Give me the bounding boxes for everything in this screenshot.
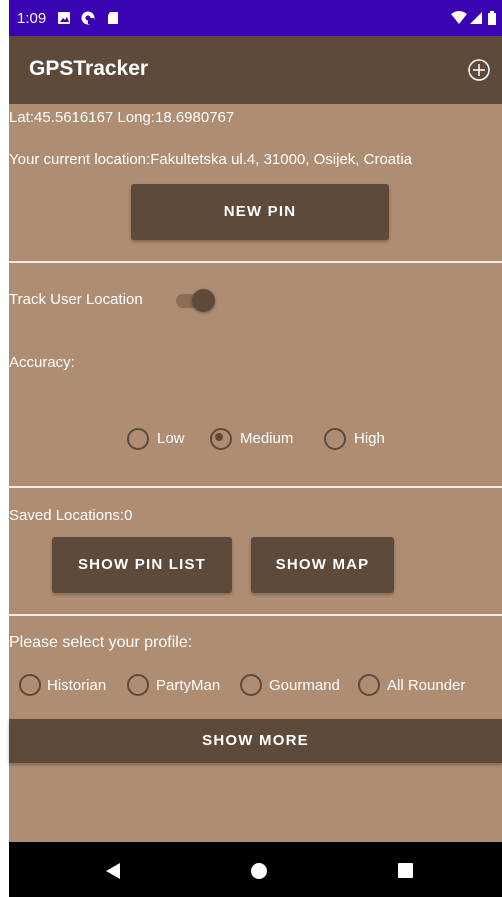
divider	[9, 486, 502, 488]
divider	[9, 261, 502, 263]
accuracy-medium-radio[interactable]	[210, 428, 232, 450]
wifi-icon	[451, 11, 467, 24]
show-pin-list-button[interactable]: SHOW PIN LIST	[52, 537, 232, 593]
profile-partyman-radio[interactable]	[127, 674, 149, 696]
accuracy-low-radio[interactable]	[127, 428, 149, 450]
battery-icon	[488, 11, 496, 25]
accuracy-label: Accuracy:	[9, 354, 75, 371]
profile-historian-radio[interactable]	[19, 674, 41, 696]
pocket-casts-icon	[81, 11, 95, 25]
profile-prompt: Please select your profile:	[9, 634, 193, 651]
current-location-text: Your current location:Fakultetska ul.4, …	[9, 151, 412, 168]
track-user-location-label: Track User Location	[9, 291, 143, 308]
accuracy-high-radio[interactable]	[324, 428, 346, 450]
profile-historian-label: Historian	[47, 677, 107, 694]
phone-screen: 1:09 GPSTracker Lat:45.5616167 Long:18.6…	[9, 0, 502, 897]
recents-icon[interactable]	[398, 863, 413, 878]
track-location-switch[interactable]	[174, 288, 218, 314]
main-content: Lat:45.5616167 Long:18.6980767 Your curr…	[9, 104, 502, 842]
show-more-button[interactable]: SHOW MORE	[9, 719, 502, 763]
signal-icon	[470, 12, 482, 24]
accuracy-high-label: High	[354, 430, 385, 447]
saved-locations-count: Saved Locations:0	[9, 507, 133, 524]
show-map-button[interactable]: SHOW MAP	[251, 537, 394, 593]
profile-partyman-label: PartyMan	[156, 677, 221, 694]
back-icon[interactable]	[105, 862, 121, 880]
divider	[9, 614, 502, 616]
image-icon	[58, 12, 70, 24]
profile-gourmand-radio[interactable]	[240, 674, 262, 696]
status-bar: 1:09	[9, 0, 502, 36]
coordinates-text: Lat:45.5616167 Long:18.6980767	[9, 109, 235, 126]
accuracy-medium-label: Medium	[240, 430, 294, 447]
profile-gourmand-label: Gourmand	[269, 677, 340, 694]
switch-thumb	[192, 289, 215, 312]
navigation-bar	[9, 842, 502, 897]
home-icon[interactable]	[251, 863, 267, 879]
profile-all-rounder-label: All Rounder	[387, 677, 466, 694]
status-time: 1:09	[17, 10, 47, 27]
accuracy-low-label: Low	[157, 430, 185, 447]
profile-all-rounder-radio[interactable]	[358, 674, 380, 696]
app-title: GPSTracker	[29, 57, 149, 80]
app-bar: GPSTracker	[9, 36, 502, 104]
sd-card-icon	[108, 12, 118, 24]
add-circle-icon[interactable]	[468, 59, 490, 81]
new-pin-button[interactable]: NEW PIN	[131, 184, 389, 240]
